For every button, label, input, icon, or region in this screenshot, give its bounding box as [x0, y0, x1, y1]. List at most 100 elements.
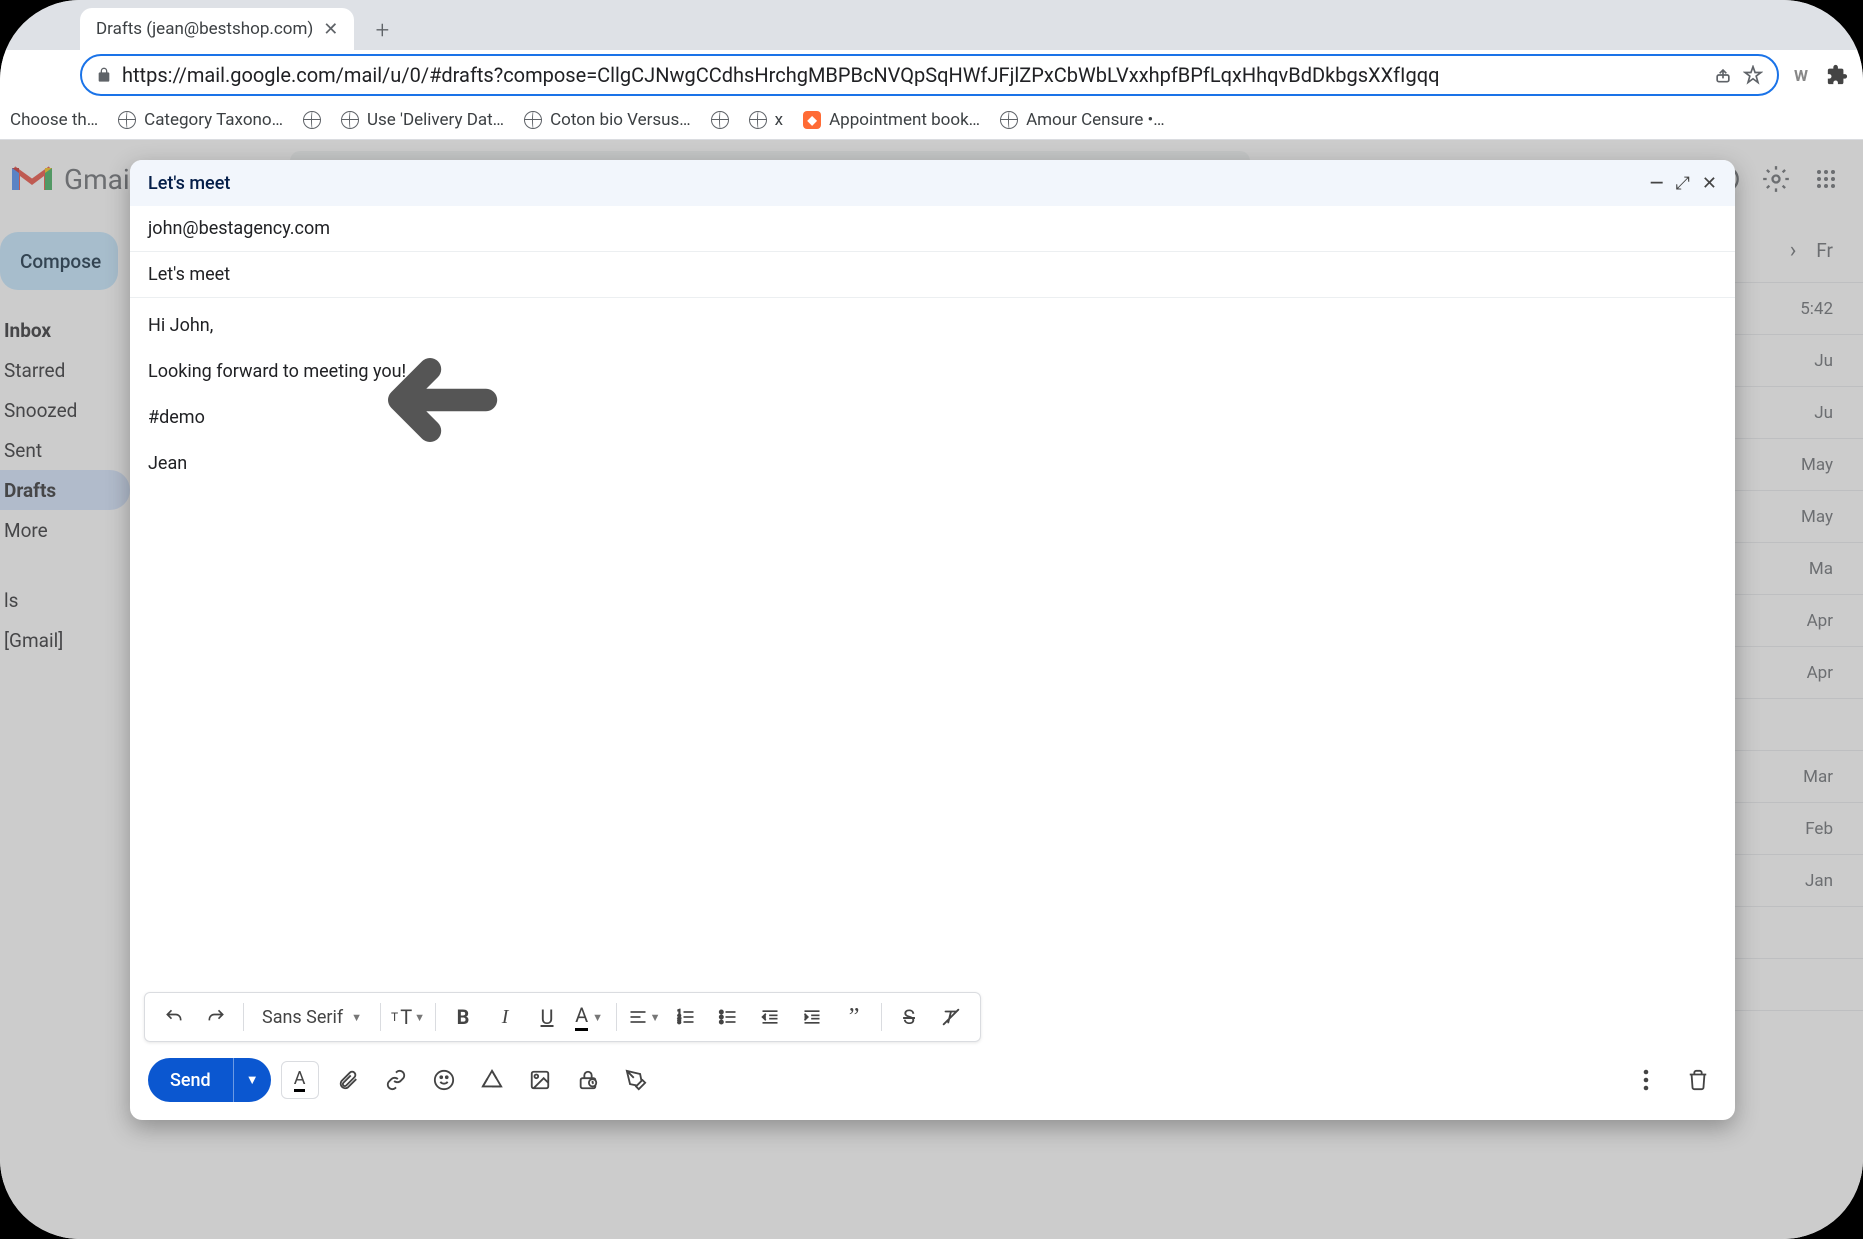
image-icon[interactable] — [521, 1061, 559, 1099]
chevron-down-icon: ▼ — [592, 1011, 603, 1024]
browser-tabbar: Drafts (jean@bestshop.com) ✕ + — [0, 0, 1863, 50]
bookmark-item[interactable]: x — [749, 110, 783, 130]
more-options-icon[interactable] — [1627, 1061, 1665, 1099]
sidebar: Compose Inbox Starred Snoozed Sent Draft… — [0, 218, 130, 660]
settings-gear-icon[interactable] — [1759, 162, 1793, 196]
bold-icon[interactable]: B — [444, 998, 482, 1036]
extension-w-icon[interactable]: W — [1787, 61, 1815, 89]
nav-drafts[interactable]: Drafts — [0, 470, 130, 510]
apps-grid-icon[interactable] — [1809, 162, 1843, 196]
mail-date: Apr — [1807, 663, 1833, 683]
indent-less-icon[interactable] — [751, 998, 789, 1036]
popout-icon[interactable]: ⤢ — [1676, 173, 1690, 194]
bookmark-item[interactable] — [711, 111, 729, 129]
signature-icon[interactable] — [617, 1061, 655, 1099]
emoji-icon[interactable] — [425, 1061, 463, 1099]
text-color-icon[interactable]: A ▼ — [570, 998, 608, 1036]
extensions-icon[interactable] — [1823, 61, 1851, 89]
nav-inbox[interactable]: Inbox — [0, 310, 130, 350]
mail-date: Feb — [1805, 819, 1833, 839]
send-options-dropdown[interactable]: ▼ — [233, 1058, 271, 1102]
nav-snoozed[interactable]: Snoozed — [0, 390, 130, 430]
nav-more[interactable]: More — [0, 510, 130, 550]
bookmark-item[interactable] — [303, 111, 321, 129]
globe-icon — [749, 111, 767, 129]
tab-title: Drafts (jean@bestshop.com) — [96, 19, 313, 39]
mail-date: Ju — [1814, 403, 1833, 423]
url-text: https://mail.google.com/mail/u/0/#drafts… — [122, 63, 1703, 87]
lock-icon — [96, 67, 112, 83]
redo-icon[interactable] — [197, 998, 235, 1036]
bookmark-item[interactable]: Choose th… — [10, 110, 98, 130]
bookmark-item[interactable]: Use 'Delivery Dat… — [341, 110, 504, 130]
bookmarks-bar: Choose th… Category Taxono… Use 'Deliver… — [0, 100, 1863, 140]
confidential-icon[interactable] — [569, 1061, 607, 1099]
nav-sent[interactable]: Sent — [0, 430, 130, 470]
globe-icon — [303, 111, 321, 129]
compose-header: Let's meet — ⤢ ✕ — [130, 160, 1735, 206]
close-tab-icon[interactable]: ✕ — [323, 19, 338, 40]
strikethrough-icon[interactable]: S — [890, 998, 928, 1036]
remove-formatting-icon[interactable] — [932, 998, 970, 1036]
globe-icon — [711, 111, 729, 129]
gmail-brand-text: Gmail — [64, 163, 136, 196]
bookmark-label: x — [775, 110, 783, 130]
bookmark-label: Choose th… — [10, 110, 98, 130]
gmail-m-icon — [10, 162, 54, 196]
undo-icon[interactable] — [155, 998, 193, 1036]
underline-icon[interactable]: U — [528, 998, 566, 1036]
body-line: #demo — [148, 404, 1717, 432]
nav-chevron-right-icon[interactable]: › — [1790, 238, 1797, 263]
globe-icon — [524, 111, 542, 129]
bookmark-item[interactable]: ◆ Appointment book… — [803, 110, 980, 130]
bookmark-label: Category Taxono… — [144, 110, 283, 130]
globe-icon — [118, 111, 136, 129]
mail-date: May — [1801, 455, 1833, 475]
star-icon[interactable] — [1743, 65, 1763, 85]
compose-body[interactable]: Hi John, Looking forward to meeting you!… — [130, 298, 1735, 992]
bookmark-label: Amour Censure •… — [1026, 110, 1165, 130]
nav-starred[interactable]: Starred — [0, 350, 130, 390]
link-icon[interactable] — [377, 1061, 415, 1099]
globe-icon — [341, 111, 359, 129]
language-indicator[interactable]: Fr — [1816, 239, 1833, 262]
bookmark-item[interactable]: Category Taxono… — [118, 110, 283, 130]
drive-icon[interactable] — [473, 1061, 511, 1099]
compose-title: Let's meet — [148, 173, 230, 194]
compose-button[interactable]: Compose — [0, 232, 118, 290]
font-family-dropdown[interactable]: Sans Serif ▼ — [252, 1007, 372, 1028]
bookmark-item[interactable]: Coton bio Versus… — [524, 110, 691, 130]
align-icon[interactable]: ▼ — [625, 998, 663, 1036]
numbered-list-icon[interactable]: 123 — [667, 998, 705, 1036]
italic-icon[interactable]: I — [486, 998, 524, 1036]
bookmark-item[interactable]: Amour Censure •… — [1000, 110, 1165, 130]
send-button[interactable]: Send ▼ — [148, 1058, 271, 1102]
font-size-icon[interactable]: TT ▼ — [389, 998, 427, 1036]
to-value: john@bestagency.com — [148, 218, 330, 239]
omnibox[interactable]: https://mail.google.com/mail/u/0/#drafts… — [80, 54, 1779, 96]
chevron-down-icon: ▼ — [351, 1011, 362, 1024]
mail-date: Mar — [1803, 767, 1833, 787]
label-gmail[interactable]: [Gmail] — [0, 620, 130, 660]
to-field[interactable]: john@bestagency.com — [130, 206, 1735, 252]
app-icon: ◆ — [803, 111, 821, 129]
minimize-icon[interactable]: — — [1650, 173, 1664, 194]
close-icon[interactable]: ✕ — [1702, 173, 1717, 194]
mail-date: Jan — [1805, 871, 1833, 891]
compose-dialog: Let's meet — ⤢ ✕ john@bestagency.com Let… — [130, 160, 1735, 1120]
browser-tab[interactable]: Drafts (jean@bestshop.com) ✕ — [80, 8, 354, 50]
compose-actions: Send ▼ A — [130, 1052, 1735, 1120]
quote-icon[interactable]: ” — [835, 998, 873, 1036]
indent-more-icon[interactable] — [793, 998, 831, 1036]
formatting-toggle-icon[interactable]: A — [281, 1061, 319, 1099]
chevron-down-icon: ▼ — [414, 1011, 425, 1024]
discard-draft-icon[interactable] — [1679, 1061, 1717, 1099]
bookmark-label: Use 'Delivery Dat… — [367, 110, 504, 130]
attach-icon[interactable] — [329, 1061, 367, 1099]
share-icon[interactable] — [1713, 65, 1733, 85]
bulleted-list-icon[interactable] — [709, 998, 747, 1036]
subject-field[interactable]: Let's meet — [130, 252, 1735, 298]
new-tab-button[interactable]: + — [362, 10, 402, 50]
url-bar-row: https://mail.google.com/mail/u/0/#drafts… — [0, 50, 1863, 100]
globe-icon — [1000, 111, 1018, 129]
